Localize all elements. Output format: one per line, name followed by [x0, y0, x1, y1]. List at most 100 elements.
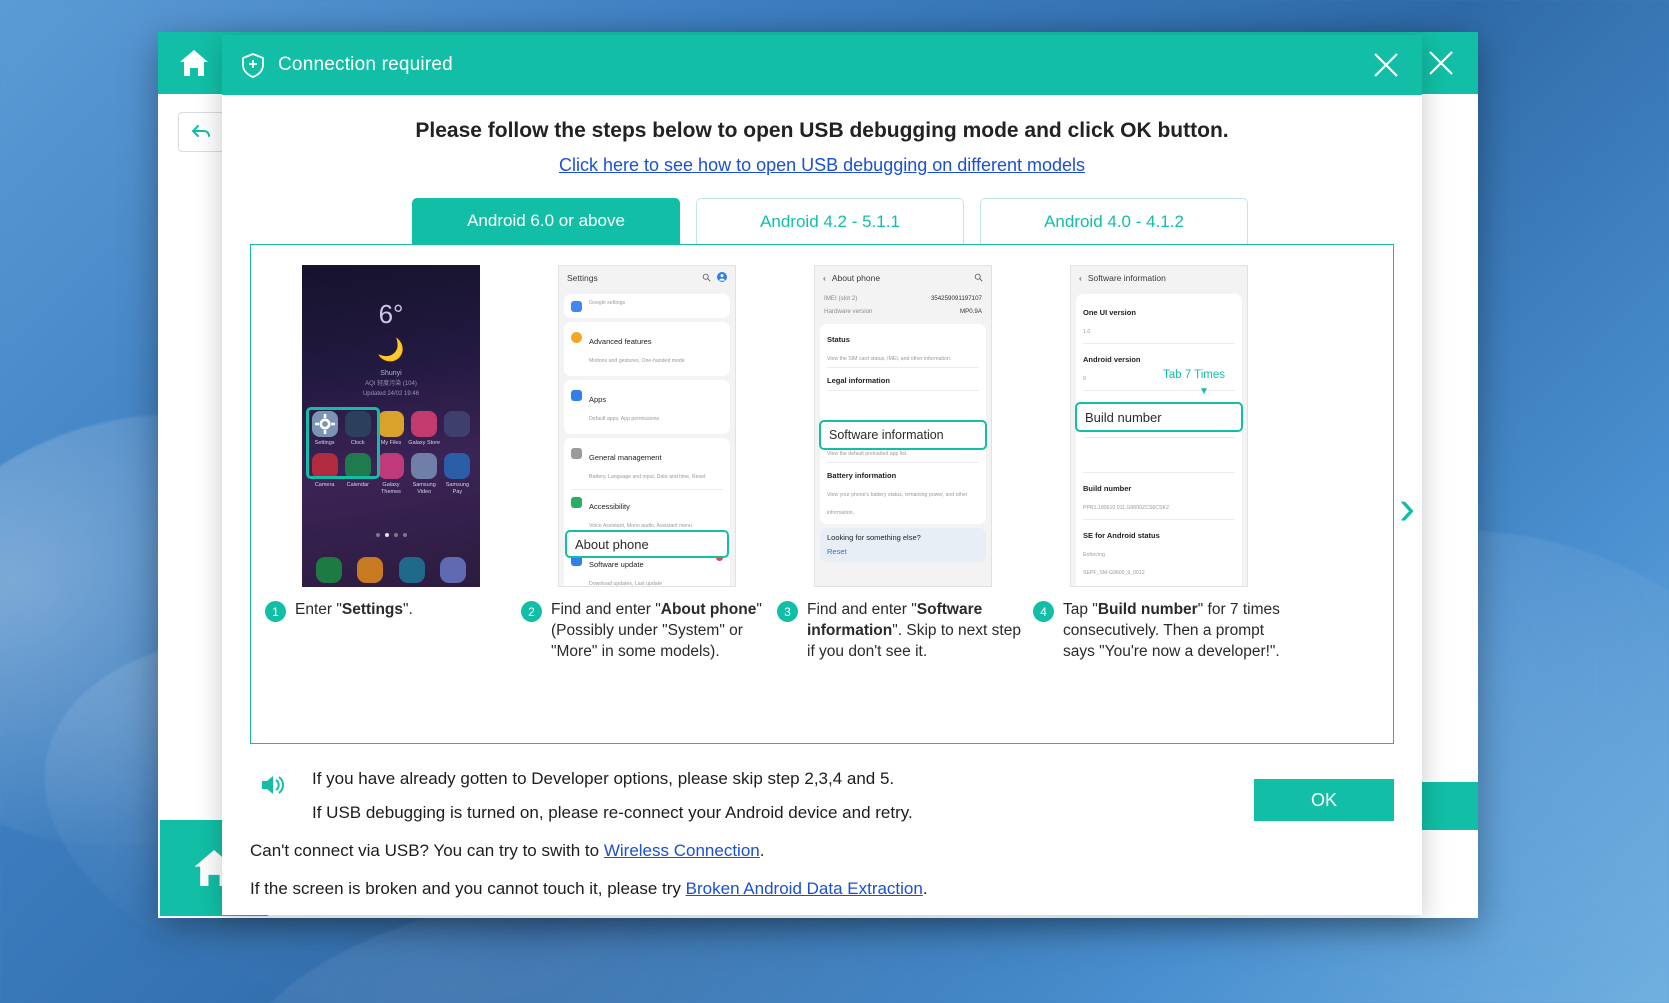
contacts-icon[interactable]: [357, 557, 384, 583]
row-title: Legal information: [827, 376, 890, 385]
settings-row-apps[interactable]: Apps Default apps, App permissions: [564, 380, 730, 434]
software-info-title: Software information: [1087, 273, 1166, 283]
step-number: 4: [1033, 601, 1054, 622]
footer-title: Looking for something else?: [827, 533, 921, 542]
tab-android-4-2-to-5-1-1[interactable]: Android 4.2 - 5.1.1: [696, 198, 964, 244]
note-line-3: Can't connect via USB? You can try to sw…: [250, 834, 1394, 868]
browser-icon[interactable]: [440, 557, 467, 583]
step-description: Tap "Build number" for 7 times consecuti…: [1063, 599, 1281, 662]
entry-title: Android version: [1083, 355, 1141, 364]
moon-cloud-icon: 🌙: [377, 337, 405, 362]
account-avatar-icon[interactable]: [717, 272, 727, 284]
dialog-title: Connection required: [278, 54, 453, 75]
about-kv-imei: IMEI (slot 2) 354259091197107: [824, 292, 982, 305]
chevron-left-icon[interactable]: ‹: [823, 273, 826, 283]
row-subtitle: Google settings: [589, 300, 626, 306]
chevron-right-icon[interactable]: ›: [1399, 485, 1415, 533]
shield-plus-icon: [240, 52, 266, 78]
step-description: Enter "Settings".: [295, 599, 413, 622]
step-text-prefix: Find and enter ": [807, 601, 917, 618]
about-kv-hardware: Hardware version MP0.9A: [824, 305, 982, 318]
entry-sub: Enforcing SEPF_SM-G9600_9_0012 Fri Nov 0…: [1083, 552, 1145, 576]
app-icon-extra[interactable]: [441, 411, 474, 447]
entry-title: SE for Android status: [1083, 531, 1160, 540]
home-page-dots: [302, 533, 480, 537]
app-close-icon[interactable]: [1426, 48, 1456, 78]
app-icon-samsung-video[interactable]: Samsung Video: [408, 453, 441, 496]
step-description: Find and enter "About phone" (Possibly u…: [551, 599, 769, 662]
row-title: Software update: [589, 560, 644, 569]
speaker-icon: [258, 770, 288, 800]
app-icon-samsung-pay[interactable]: Samsung Pay: [441, 453, 474, 496]
search-icon[interactable]: [974, 273, 983, 284]
note-4-suffix: .: [922, 879, 928, 898]
software-info-header: ‹ Software information: [1071, 266, 1247, 290]
step-text-suffix: ".: [403, 601, 413, 618]
entry-sub: 1.0: [1083, 329, 1091, 335]
dialog-title-bar: Connection required: [222, 35, 1422, 95]
weather-location: Shunyi: [380, 370, 402, 377]
steps-row: 6° 🌙 Shunyi AQI 轻度污染 (104) Updated 24/02…: [251, 245, 1393, 662]
settings-row-general-management[interactable]: General management Battery, Language and …: [564, 438, 730, 541]
entry-sub: 9: [1083, 376, 1086, 382]
note-line-2: If USB debugging is turned on, please re…: [312, 803, 913, 822]
highlight-software-information: Software information: [819, 420, 987, 450]
phone-icon[interactable]: [315, 557, 342, 583]
back-button[interactable]: [178, 112, 224, 152]
messages-icon[interactable]: [398, 557, 425, 583]
step-number: 1: [265, 601, 286, 622]
usb-debugging-help-link[interactable]: Click here to see how to open USB debugg…: [222, 155, 1422, 176]
broken-android-extraction-link[interactable]: Broken Android Data Extraction: [686, 879, 923, 898]
home-icon[interactable]: [172, 42, 216, 84]
app-icon: [444, 411, 471, 437]
highlight-about-phone: About phone: [565, 530, 729, 558]
software-info-entries: One UI version1.0 Android version9 Baseb…: [1076, 294, 1242, 586]
step-text-prefix: Enter ": [295, 601, 342, 618]
note-line-4: If the screen is broken and you cannot t…: [250, 872, 1394, 906]
about-phone-header: ‹ About phone: [815, 266, 991, 290]
video-icon: [411, 453, 438, 479]
phone-screenshot-2: Settings Google settings Advanced featur…: [521, 257, 773, 587]
tab-android-6-or-above[interactable]: Android 6.0 or above: [412, 198, 680, 244]
folder-icon: [377, 411, 404, 437]
step-number: 3: [777, 601, 798, 622]
step-description: Find and enter "Software information". S…: [807, 599, 1025, 662]
android-version-tabs: Android 6.0 or above Android 4.2 - 5.1.1…: [412, 198, 1422, 244]
app-label: Samsung Pay: [445, 482, 470, 495]
tab-android-4-0-to-4-1-2[interactable]: Android 4.0 - 4.1.2: [980, 198, 1248, 244]
kv-value: MP0.9A: [959, 308, 982, 315]
phone-screenshot-4: ‹ Software information One UI version 1.0…: [1033, 257, 1285, 587]
app-label: Samsung Video: [412, 482, 436, 495]
pay-icon: [444, 453, 471, 479]
app-icon-galaxy-store[interactable]: Galaxy Store: [408, 411, 441, 447]
row-subtitle: Motions and gestures, One-handed mode: [589, 358, 685, 364]
step-text-bold: Settings: [341, 601, 404, 618]
row-subtitle: View your phone's battery status, remain…: [827, 492, 968, 516]
connection-required-dialog: Connection required Please follow the st…: [222, 35, 1422, 915]
steps-panel: 6° 🌙 Shunyi AQI 轻度污染 (104) Updated 24/02…: [250, 244, 1415, 744]
row-title: Advanced features: [589, 337, 652, 346]
step-column-1: 6° 🌙 Shunyi AQI 轻度污染 (104) Updated 24/02…: [265, 257, 517, 662]
app-label: Calendar: [346, 482, 369, 488]
app-label: Galaxy Themes: [381, 482, 401, 495]
step-text-prefix: Find and enter ": [551, 601, 661, 618]
step-caption-1: 1 Enter "Settings".: [265, 599, 517, 622]
chevron-left-icon[interactable]: ‹: [1079, 273, 1082, 283]
dialog-close-icon[interactable]: [1370, 49, 1402, 81]
weather-aqi: AQI 轻度污染 (104): [365, 381, 417, 387]
search-icon[interactable]: [702, 273, 711, 284]
entry-title: Build number: [1083, 484, 1132, 493]
row-title: Battery information: [827, 471, 897, 480]
ok-button[interactable]: OK: [1254, 779, 1394, 821]
settings-row-advanced-features[interactable]: Advanced features Motions and gestures, O…: [564, 322, 730, 376]
wireless-connection-link[interactable]: Wireless Connection: [604, 841, 760, 860]
themes-icon: [377, 453, 404, 479]
row-subtitle: View the SIM card status, IMEI, and othe…: [827, 356, 952, 362]
row-subtitle: View the default preloaded app list.: [827, 451, 908, 457]
app-label: Galaxy Store: [408, 440, 441, 446]
reset-link[interactable]: Reset: [827, 547, 979, 557]
step-caption-3: 3 Find and enter "Software information".…: [777, 599, 1029, 662]
row-subtitle: Default apps, App permissions: [589, 416, 660, 422]
phone-screenshot-1: 6° 🌙 Shunyi AQI 轻度污染 (104) Updated 24/02…: [265, 257, 517, 587]
highlight-settings-app: [306, 407, 380, 479]
